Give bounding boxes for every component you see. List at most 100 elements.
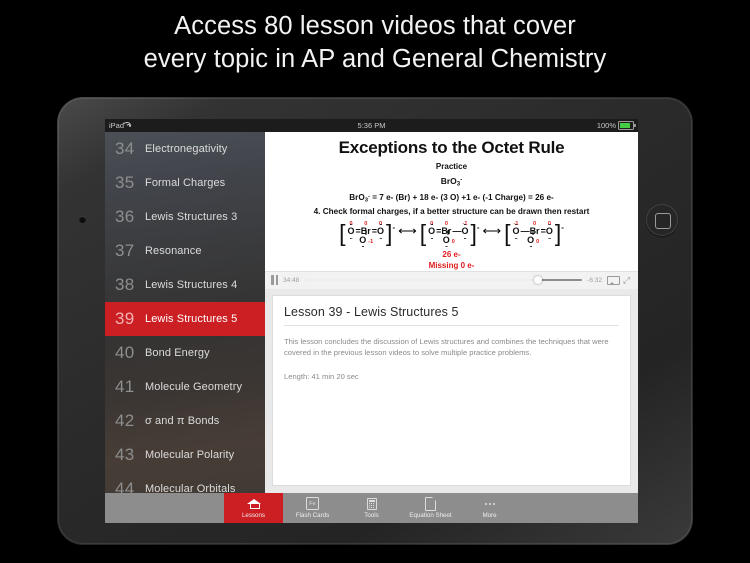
lesson-title: Molecule Geometry xyxy=(145,381,243,393)
tab-label: More xyxy=(482,511,497,519)
lesson-row-38[interactable]: 38 Lewis Structures 4 xyxy=(105,268,265,302)
lewis-structure-2: [0.... O = 0 Br — -1.... O.. O 0] - xyxy=(420,221,480,250)
lecture-slide: Exceptions to the Octet Rule Practice Br… xyxy=(271,138,632,271)
lesson-row-42[interactable]: 42 σ and π Bonds xyxy=(105,404,265,438)
lesson-row-40[interactable]: 40 Bond Energy xyxy=(105,336,265,370)
atom-bottom: .. O xyxy=(359,234,367,250)
status-bar-clock: 5:36 PM xyxy=(357,121,386,130)
lesson-title: Formal Charges xyxy=(145,177,226,189)
lewis-structure-3: [-1.... O —0 Br = 0.... O.. O 0] - xyxy=(504,221,564,250)
screenshot-stage: Access 80 lesson videos that cover every… xyxy=(0,0,750,563)
tab-flash-cards[interactable]: Fe Flash Cards xyxy=(283,493,342,523)
tab-more[interactable]: More xyxy=(460,493,519,523)
ellipsis-icon xyxy=(484,497,495,510)
lesson-title: σ and π Bonds xyxy=(145,415,220,427)
electron-count-note: 26 e- Missing 0 e- xyxy=(271,249,632,271)
structure-core: -1.... O —0 Br = 0.... O.. O 0 xyxy=(511,221,555,250)
charge-bottom: 0 xyxy=(451,238,455,245)
remaining-time: -6:32 xyxy=(587,276,602,284)
video-scrubber[interactable] xyxy=(304,275,583,285)
tab-label: Tools xyxy=(364,511,379,519)
lesson-number: 40 xyxy=(115,343,135,362)
divider xyxy=(284,324,619,326)
lesson-number: 41 xyxy=(115,377,135,396)
status-bar: iPad 5:36 PM 100% xyxy=(105,119,638,132)
lesson-number: 42 xyxy=(115,411,135,430)
lesson-detail-pane: Exceptions to the Octet Rule Practice Br… xyxy=(265,132,638,493)
battery-percent-label: 100% xyxy=(596,121,616,130)
missing-electrons: Missing 0 e- xyxy=(428,260,475,270)
lesson-row-34[interactable]: 34 Electronegativity xyxy=(105,132,265,166)
slide-title: Exceptions to the Octet Rule xyxy=(338,138,565,157)
tab-equation-sheet[interactable]: Equation Sheet xyxy=(401,493,460,523)
lesson-description-area: Lesson 39 - Lewis Structures 5 This less… xyxy=(265,288,638,493)
atom-bottom: .. O xyxy=(527,234,535,250)
promo-headline-line2: every topic in AP and General Chemistry xyxy=(143,45,607,73)
tab-label: Lessons xyxy=(241,511,266,519)
lesson-title: Molecular Polarity xyxy=(145,449,235,461)
scrubber-knob[interactable] xyxy=(533,276,542,285)
lesson-heading: Lesson 39 - Lewis Structures 5 xyxy=(284,304,459,319)
lesson-title: Lewis Structures 3 xyxy=(145,211,238,223)
lewis-structure-1: [0....O=0Br=0....O..O-1]- xyxy=(339,221,396,250)
lesson-number: 43 xyxy=(115,445,135,464)
lesson-row-37[interactable]: 37 Resonance xyxy=(105,234,265,268)
tab-tools[interactable]: Tools xyxy=(342,493,401,523)
ipad-screen: iPad 5:36 PM 100% 34 Electronegativity 35 F… xyxy=(105,119,638,523)
lesson-body-text: This lesson concludes the discussion of … xyxy=(284,336,609,358)
lesson-title: Lewis Structures 4 xyxy=(145,279,238,291)
lesson-row-35[interactable]: 35 Formal Charges xyxy=(105,166,265,200)
formula-base: BrO xyxy=(440,176,457,186)
eq-base: BrO xyxy=(349,192,365,202)
lesson-row-44[interactable]: 44 Molecular Orbitals xyxy=(105,472,265,493)
video-player-surface[interactable]: Exceptions to the Octet Rule Practice Br… xyxy=(265,132,638,271)
lesson-number: 44 xyxy=(115,479,135,493)
eq-rest: = 7 e- (Br) + 18 e- (3 O) +1 e- (-1 Char… xyxy=(369,192,554,202)
home-button[interactable] xyxy=(646,204,678,236)
status-bar-right: 100% xyxy=(596,121,636,130)
ion-charge: - xyxy=(392,222,396,232)
battery-icon xyxy=(618,121,636,130)
charge-center: 0 xyxy=(444,220,448,227)
lesson-row-43[interactable]: 43 Molecular Polarity xyxy=(105,438,265,472)
charge-bottom: -1 xyxy=(368,238,374,245)
tab-label: Equation Sheet xyxy=(409,511,452,519)
element-card-icon: Fe xyxy=(306,497,319,511)
expand-icon[interactable]: ⤢ xyxy=(623,275,632,285)
tab-lessons[interactable]: Lessons xyxy=(224,493,283,523)
lesson-row-36[interactable]: 36 Lewis Structures 3 xyxy=(105,200,265,234)
atom-bottom: .. O xyxy=(442,234,450,250)
promo-headline: Access 80 lesson videos that cover every… xyxy=(0,10,750,76)
slide-step-text: 4. Check formal charges, if a better str… xyxy=(313,206,590,216)
structure-bottom-row: .. O -1 xyxy=(346,229,385,250)
ion-charge: - xyxy=(561,222,564,232)
lewis-structures-row: [0....O=0Br=0....O..O-1]-⟷[0....O=0Br—-1… xyxy=(271,221,632,250)
front-camera-icon xyxy=(79,216,86,223)
lesson-number: 35 xyxy=(115,173,135,192)
ion-charge: - xyxy=(476,222,480,232)
tab-label: Flash Cards xyxy=(295,511,330,519)
resonance-arrow: ⟷ xyxy=(482,223,502,239)
elapsed-time: 34:48 xyxy=(283,276,300,284)
charge-bottom: 0 xyxy=(536,238,540,245)
pause-icon[interactable] xyxy=(271,275,278,286)
airplay-icon[interactable] xyxy=(607,275,620,285)
calculator-icon xyxy=(366,497,377,510)
lesson-row-41[interactable]: 41 Molecule Geometry xyxy=(105,370,265,404)
lesson-title: Lewis Structures 5 xyxy=(145,313,238,325)
slide-subtitle: Practice xyxy=(435,162,468,171)
lesson-title: Electronegativity xyxy=(145,143,228,155)
charge-center: 0 xyxy=(364,220,368,227)
total-electrons: 26 e- xyxy=(442,249,461,259)
lesson-row-39[interactable]: 39 Lewis Structures 5 xyxy=(105,302,265,336)
bottom-tab-bar[interactable]: Lessons Fe Flash Cards Tools Equation Sheet M… xyxy=(105,493,638,523)
video-controls-bar[interactable]: 34:48 -6:32 ⤢ xyxy=(265,270,638,289)
structure-core: 0.... O = 0 Br — -1.... O.. O 0 xyxy=(426,221,470,250)
slide-equation: BrO3- = 7 e- (Br) + 18 e- (3 O) +1 e- (-… xyxy=(271,193,632,203)
structure-bottom-row: .. O 0 xyxy=(512,229,554,250)
lesson-number: 36 xyxy=(115,207,135,226)
graduation-cap-icon xyxy=(246,497,261,510)
lesson-list-sidebar[interactable]: 34 Electronegativity 35 Formal Charges 36 Lew… xyxy=(105,132,265,493)
lesson-number: 39 xyxy=(115,309,135,328)
lesson-number: 34 xyxy=(115,139,135,158)
